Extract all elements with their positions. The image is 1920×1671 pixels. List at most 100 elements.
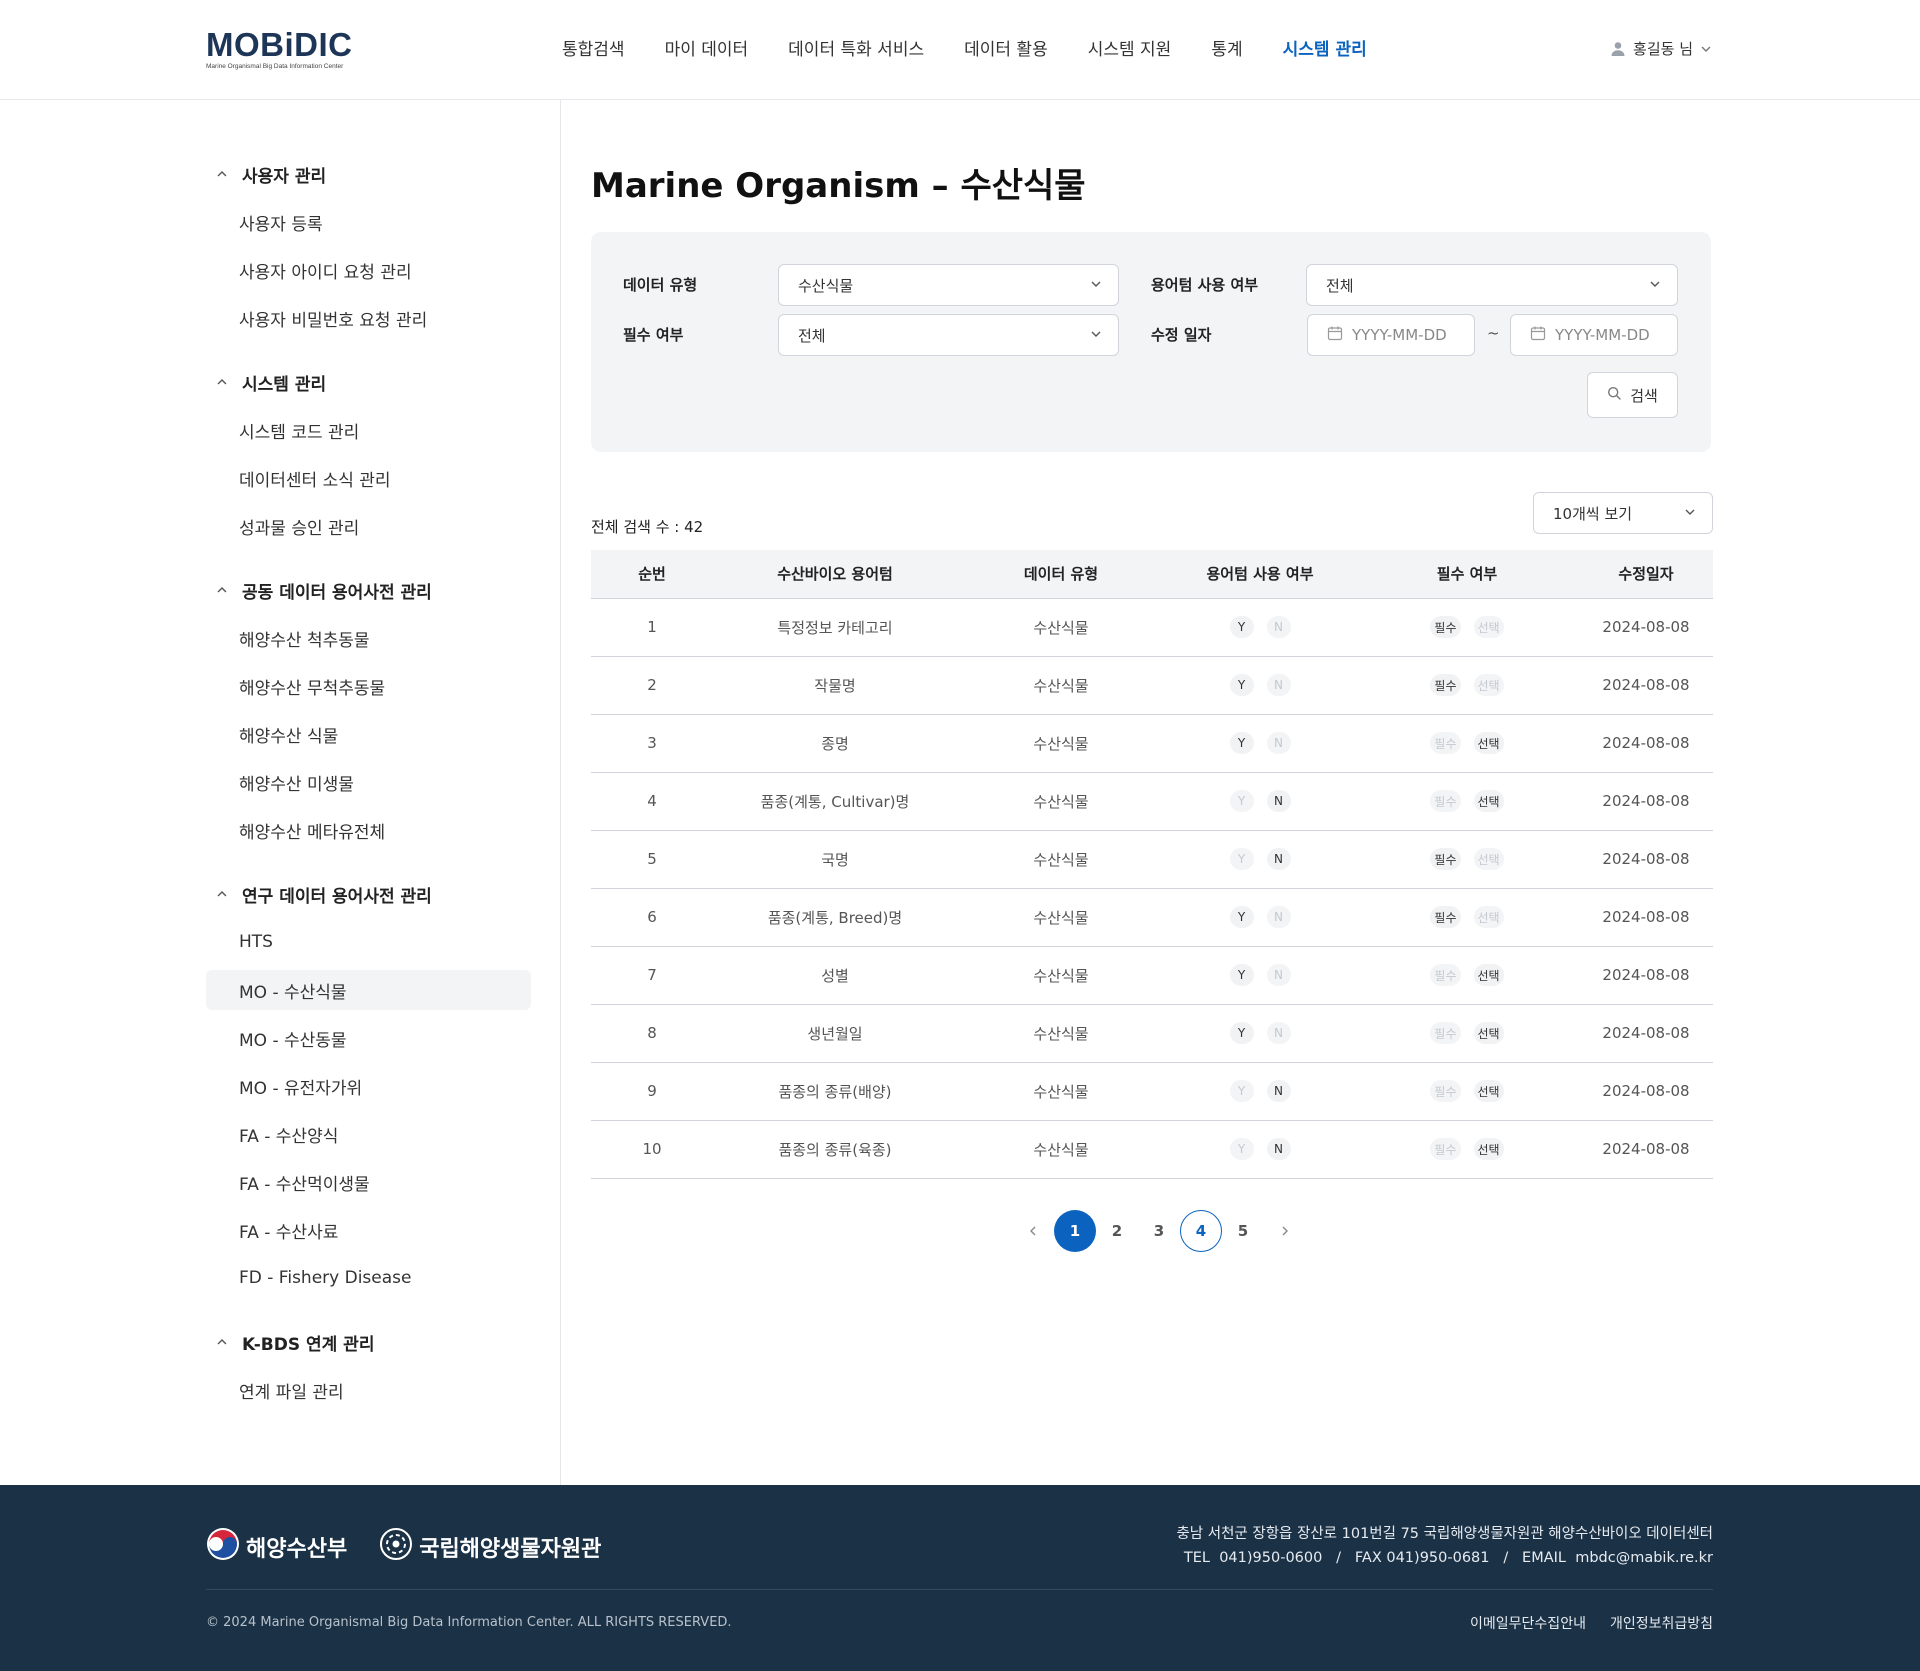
date-to-placeholder: YYYY-MM-DD — [1555, 326, 1650, 344]
row-number: 8 — [591, 1004, 713, 1063]
table-row[interactable]: 7 성별 수산식물 Y N 필수 선택 2024-08-08 — [591, 946, 1713, 1005]
chevron-right-icon[interactable] — [1264, 1210, 1306, 1252]
per-page-select[interactable]: 10개씩 보기 — [1533, 492, 1713, 534]
search-button[interactable]: 검색 — [1587, 372, 1678, 418]
sidebar-item[interactable]: 해양수산 식물 — [206, 714, 531, 754]
term-use-tags: YN — [1229, 964, 1291, 986]
page-button[interactable]: 1 — [1054, 1210, 1096, 1252]
required-tags: 필수 선택 — [1430, 848, 1504, 870]
modified-date: 2024-08-08 — [1579, 1004, 1713, 1063]
sidebar-item[interactable]: FA - 수산양식 — [206, 1114, 531, 1154]
nav-item-5[interactable]: 시스템 지원 — [1068, 0, 1192, 100]
table-row[interactable]: 6 품종(계통, Breed)명 수산식물 Y N 필수 선택 2024-08-08 — [591, 888, 1713, 947]
sidebar-item[interactable]: 사용자 비밀번호 요청 관리 — [206, 298, 531, 338]
table-row[interactable]: 10 품종의 종류(육종) 수산식물 Y N 필수 선택 2024-08-08 — [591, 1120, 1713, 1179]
sidebar-item[interactable]: 연계 파일 관리 — [206, 1370, 531, 1410]
sidebar-group: K-BDS 연계 관리연계 파일 관리 — [206, 1322, 531, 1410]
logo-wordmark: MOBiDIC — [206, 26, 353, 63]
sidebar-item[interactable]: 해양수산 미생물 — [206, 762, 531, 802]
sidebar-item[interactable]: 성과물 승인 관리 — [206, 506, 531, 546]
sidebar-item[interactable]: MO - 유전자가위 — [206, 1066, 531, 1106]
table-row[interactable]: 8 생년월일 수산식물 Y N 필수 선택 2024-08-08 — [591, 1004, 1713, 1063]
sidebar-item[interactable]: 사용자 아이디 요청 관리 — [206, 250, 531, 290]
use-yes-tag: Y — [1229, 848, 1254, 870]
sidebar-group-title[interactable]: 공동 데이터 용어사전 관리 — [206, 570, 531, 610]
mobidic-logo[interactable]: MOBiDIC Marine Organismal Big Data Infor… — [206, 26, 366, 71]
optional-tag: 선택 — [1473, 848, 1504, 870]
sidebar-item[interactable]: 해양수산 무척추동물 — [206, 666, 531, 706]
table-row[interactable]: 3 종명 수산식물 Y N 필수 선택 2024-08-08 — [591, 714, 1713, 773]
nav-item-7[interactable]: 시스템 관리 — [1263, 0, 1387, 100]
table-row[interactable]: 9 품종의 종류(배양) 수산식물 Y N 필수 선택 2024-08-08 — [591, 1062, 1713, 1121]
data-type-select[interactable]: 수산식물 — [778, 264, 1119, 306]
sidebar-group-label: 사용자 관리 — [242, 166, 327, 187]
sidebar-item[interactable]: 해양수산 척추동물 — [206, 618, 531, 658]
required-cell: 필수 선택 — [1355, 830, 1579, 889]
sidebar-group-title[interactable]: 연구 데이터 용어사전 관리 — [206, 874, 531, 914]
chevron-left-icon[interactable] — [1012, 1210, 1054, 1252]
sidebar-item[interactable]: FA - 수산먹이생물 — [206, 1162, 531, 1202]
nav-item-1[interactable]: 통합검색 — [542, 0, 645, 100]
modified-date: 2024-08-08 — [1579, 1062, 1713, 1121]
term-use-tags: YN — [1229, 906, 1291, 928]
sidebar-item[interactable]: 데이터센터 소식 관리 — [206, 458, 531, 498]
page-button[interactable]: 3 — [1138, 1210, 1180, 1252]
row-number: 4 — [591, 772, 713, 831]
contact-text: TEL 041)950-0600 / FAX 041)950-0681 / EM… — [1183, 1550, 1713, 1566]
footer-link[interactable]: 개인정보취급방침 — [1610, 1613, 1713, 1633]
table-row[interactable]: 5 국명 수산식물 Y N 필수 선택 2024-08-08 — [591, 830, 1713, 889]
table-row[interactable]: 4 품종(계통, Cultivar)명 수산식물 Y N 필수 선택 2024-08-08 — [591, 772, 1713, 831]
per-page-value: 10개씩 보기 — [1553, 504, 1633, 523]
nav-item-6[interactable]: 통계 — [1191, 0, 1262, 100]
term-use-tags: YN — [1229, 1138, 1291, 1160]
data-type: 수산식물 — [957, 1004, 1165, 1063]
logo-subtitle: Marine Organismal Big Data Information C… — [206, 63, 344, 70]
page-button[interactable]: 4 — [1180, 1210, 1222, 1252]
page-button[interactable]: 2 — [1096, 1210, 1138, 1252]
table-row[interactable]: 1 특정정보 카테고리 수산식물 Y N 필수 선택 2024-08-08 — [591, 598, 1713, 657]
page-button[interactable]: 5 — [1222, 1210, 1264, 1252]
sidebar-item[interactable]: MO - 수산동물 — [206, 1018, 531, 1058]
term-table: 순번 수산바이오 용어텀 데이터 유형 용어텀 사용 여부 필수 여부 수정일자 1 특정정… — [591, 550, 1713, 1179]
required-tags: 필수 선택 — [1430, 964, 1504, 986]
mabik-emblem-icon — [379, 1527, 413, 1567]
term-use-select[interactable]: 전체 — [1306, 264, 1678, 306]
footer-link[interactable]: 이메일무단수집안내 — [1470, 1613, 1586, 1633]
sidebar-item[interactable]: MO - 수산식물 — [206, 970, 531, 1010]
chevron-down-icon — [1090, 326, 1102, 344]
date-from-input[interactable]: YYYY-MM-DD — [1307, 314, 1475, 356]
use-yes-tag: Y — [1229, 964, 1254, 986]
user-menu[interactable]: 홍길동 님 — [1610, 38, 1712, 59]
date-to-input[interactable]: YYYY-MM-DD — [1510, 314, 1678, 356]
sidebar-group-title[interactable]: 사용자 관리 — [206, 154, 531, 194]
sidebar-group-title[interactable]: K-BDS 연계 관리 — [206, 1322, 531, 1362]
date-from-placeholder: YYYY-MM-DD — [1352, 326, 1447, 344]
optional-tag: 선택 — [1473, 674, 1504, 696]
nav-item-4[interactable]: 데이터 활용 — [944, 0, 1068, 100]
nav-item-3[interactable]: 데이터 특화 서비스 — [768, 0, 944, 100]
table-header-row: 순번 수산바이오 용어텀 데이터 유형 용어텀 사용 여부 필수 여부 수정일자 — [591, 550, 1713, 599]
required-cell: 필수 선택 — [1355, 1120, 1579, 1179]
term-use-cell: YN — [1165, 1004, 1355, 1063]
sidebar-item[interactable]: 사용자 등록 — [206, 202, 531, 242]
required-select[interactable]: 전체 — [778, 314, 1119, 356]
user-icon — [1610, 41, 1626, 57]
sidebar-item[interactable]: FA - 수산사료 — [206, 1210, 531, 1250]
modified-date: 2024-08-08 — [1579, 1120, 1713, 1179]
required-tags: 필수 선택 — [1430, 1022, 1504, 1044]
required-tags: 필수 선택 — [1430, 616, 1504, 638]
sidebar-item[interactable]: 시스템 코드 관리 — [206, 410, 531, 450]
data-type: 수산식물 — [957, 714, 1165, 773]
nav-item-2[interactable]: 마이 데이터 — [645, 0, 769, 100]
table-row[interactable]: 2 작물명 수산식물 Y N 필수 선택 2024-08-08 — [591, 656, 1713, 715]
term-use-tags: YN — [1229, 1080, 1291, 1102]
row-number: 2 — [591, 656, 713, 715]
required-cell: 필수 선택 — [1355, 946, 1579, 1005]
use-no-tag: N — [1266, 732, 1291, 754]
sidebar-group-title[interactable]: 시스템 관리 — [206, 362, 531, 402]
sidebar-item[interactable]: HTS — [206, 922, 531, 962]
sidebar-item[interactable]: FD - Fishery Disease — [206, 1258, 531, 1298]
sidebar-item[interactable]: 해양수산 메타유전체 — [206, 810, 531, 850]
sidebar-group: 시스템 관리시스템 코드 관리데이터센터 소식 관리성과물 승인 관리 — [206, 362, 531, 546]
sidebar-group-label: K-BDS 연계 관리 — [242, 1334, 375, 1355]
